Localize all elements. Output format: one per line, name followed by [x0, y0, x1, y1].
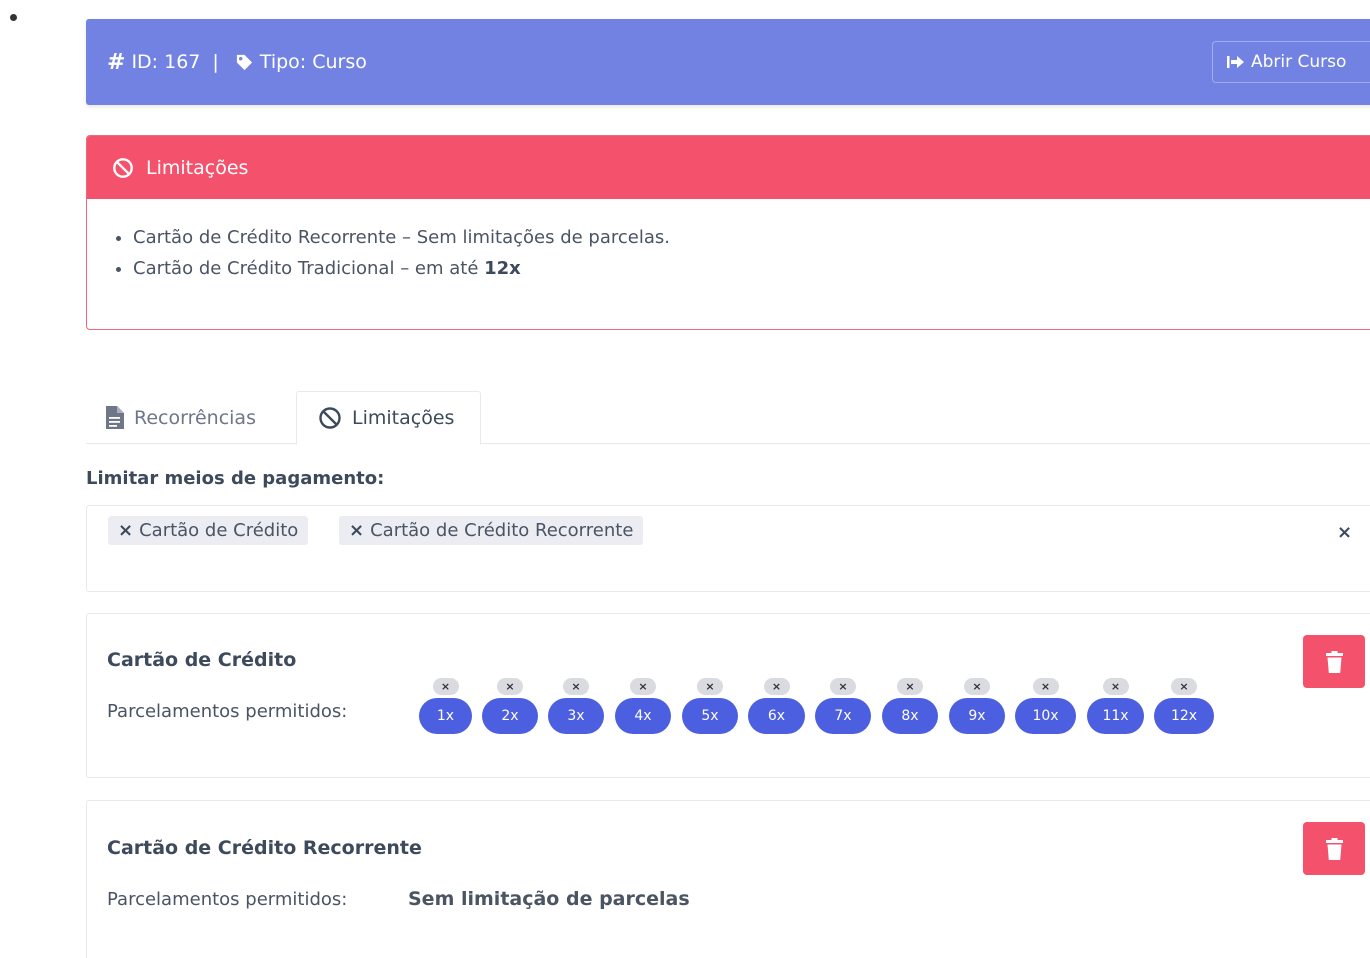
installment-pill: 6x [748, 698, 805, 734]
open-course-label: Abrir Curso [1251, 52, 1347, 72]
installment-pill: 4x [615, 698, 671, 734]
course-header-banner: # ID: 167 | Tipo: Curso Abrir Curso [86, 19, 1370, 105]
pill-remove-icon[interactable]: × [432, 678, 459, 695]
card-title: Cartão de Crédito [107, 649, 297, 671]
meta-separator: | [212, 51, 219, 73]
limitations-panel-header: Limitações [87, 136, 1370, 199]
credit-card-limit-card: Cartão de Crédito Parcelamentos permitid… [86, 613, 1370, 778]
tab-limitacoes[interactable]: Limitações [296, 391, 481, 445]
pill-remove-icon[interactable]: × [563, 678, 589, 695]
recurring-card-limit-card: Cartão de Crédito Recorrente Parcelament… [86, 800, 1370, 958]
installment-pill: 10x [1015, 698, 1076, 734]
course-meta: # ID: 167 | Tipo: Curso [107, 50, 367, 75]
limitations-panel: Limitações Cartão de Crédito Recorrente … [86, 135, 1370, 330]
pill-remove-icon[interactable]: × [1102, 678, 1129, 695]
installment-pill: 8x [882, 698, 938, 734]
clear-selection-icon[interactable]: × [1337, 522, 1352, 543]
pill-remove-icon[interactable]: × [497, 678, 523, 695]
course-type: Tipo: Curso [259, 51, 367, 73]
list-item: Cartão de Crédito Recorrente – Sem limit… [133, 227, 1370, 249]
delete-button[interactable] [1303, 635, 1365, 688]
installment-pill: 3x [548, 698, 604, 734]
installments-label: Parcelamentos permitidos: [107, 889, 348, 910]
payment-limits-label: Limitar meios de pagamento: [86, 468, 385, 489]
delete-button[interactable] [1303, 822, 1365, 875]
pill-remove-icon[interactable]: × [830, 678, 856, 695]
pill-remove-icon[interactable]: × [897, 678, 923, 695]
pill-remove-icon[interactable]: × [1171, 678, 1197, 695]
limitations-list: Cartão de Crédito Recorrente – Sem limit… [87, 199, 1370, 280]
list-item: Cartão de Crédito Tradicional – em até 1… [133, 258, 1370, 280]
selected-chip: × Cartão de Crédito Recorrente [339, 516, 644, 545]
chip-label: Cartão de Crédito Recorrente [370, 520, 634, 541]
selected-chip: × Cartão de Crédito [108, 516, 309, 545]
chip-remove-icon[interactable]: × [118, 520, 133, 541]
installment-pill: 7x [815, 698, 871, 734]
installments-label: Parcelamentos permitidos: [107, 701, 348, 722]
pill-remove-icon[interactable]: × [763, 678, 790, 695]
installment-pill: 1x [419, 698, 472, 734]
trash-icon [1325, 837, 1343, 860]
installment-pill: 11x [1087, 698, 1144, 734]
chip-label: Cartão de Crédito [139, 520, 299, 541]
installments-value: Sem limitação de parcelas [408, 888, 690, 910]
pill-remove-icon[interactable]: × [1032, 678, 1059, 695]
installment-pill: 2x [482, 698, 538, 734]
pill-remove-icon[interactable]: × [697, 678, 723, 695]
open-course-button[interactable]: Abrir Curso [1212, 41, 1370, 83]
list-bullet [10, 14, 17, 21]
pill-remove-icon[interactable]: × [630, 678, 656, 695]
tab-bar: Recorrências Limitações [86, 391, 1370, 445]
sign-in-icon [1227, 56, 1244, 68]
trash-icon [1325, 650, 1343, 673]
card-title: Cartão de Crédito Recorrente [107, 837, 422, 859]
tab-label: Recorrências [134, 406, 256, 429]
tag-icon [236, 54, 252, 70]
tab-recorrencias[interactable]: Recorrências [106, 391, 256, 444]
ban-icon [319, 407, 341, 429]
ban-icon [113, 157, 133, 178]
tab-label: Limitações [352, 407, 455, 429]
payment-methods-select[interactable]: × Cartão de Crédito × Cartão de Crédito … [86, 505, 1370, 592]
limitations-panel-title: Limitações [146, 156, 249, 179]
installment-pill: 12x [1154, 698, 1214, 734]
pill-remove-icon[interactable]: × [964, 678, 990, 695]
chip-remove-icon[interactable]: × [349, 520, 364, 541]
installment-pill: 9x [949, 698, 1005, 734]
course-id: ID: 167 [131, 51, 201, 73]
file-icon [106, 406, 124, 429]
installment-pill: 5x [682, 698, 738, 734]
hash-icon: # [107, 49, 126, 75]
